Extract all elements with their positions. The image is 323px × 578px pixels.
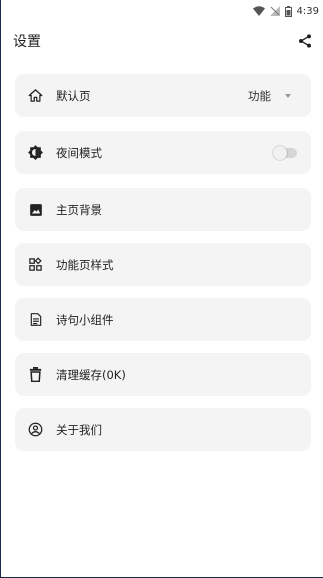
setting-label: 诗句小组件	[56, 312, 114, 327]
trash-icon	[27, 366, 44, 383]
setting-night-mode[interactable]: 夜间模式	[15, 131, 311, 174]
share-button[interactable]	[295, 31, 315, 51]
status-bar: 4:39	[0, 0, 323, 22]
window-border-left	[0, 0, 1, 578]
page-title: 设置	[13, 34, 41, 50]
settings-list: 默认页 功能 夜间模式 主页背景 功能页样式 诗句小组件 清理缓存(0K) 关于…	[15, 74, 311, 463]
setting-label: 默认页	[56, 88, 91, 103]
status-time: 4:39	[296, 5, 319, 17]
signal-icon	[269, 6, 280, 16]
share-icon	[299, 34, 311, 48]
setting-label: 功能页样式	[56, 257, 114, 272]
battery-icon	[284, 5, 292, 17]
brightness-icon	[27, 144, 44, 161]
setting-feature-style[interactable]: 功能页样式	[15, 243, 311, 286]
setting-label: 关于我们	[56, 422, 102, 437]
account-circle-icon	[27, 421, 44, 438]
wifi-icon	[252, 6, 265, 16]
setting-home-background[interactable]: 主页背景	[15, 188, 311, 231]
document-icon	[27, 311, 44, 328]
widgets-icon	[27, 256, 44, 273]
setting-poem-widget[interactable]: 诗句小组件	[15, 298, 311, 341]
setting-label: 夜间模式	[56, 145, 102, 160]
chevron-down-icon[interactable]	[285, 93, 291, 98]
setting-about-us[interactable]: 关于我们	[15, 408, 311, 451]
default-page-value[interactable]: 功能	[248, 88, 271, 104]
app-bar: 设置	[0, 28, 323, 54]
setting-label: 主页背景	[56, 202, 102, 217]
home-icon	[27, 87, 44, 104]
image-icon	[27, 201, 44, 218]
setting-clear-cache[interactable]: 清理缓存(0K)	[15, 353, 311, 396]
setting-default-page[interactable]: 默认页 功能	[15, 74, 311, 117]
night-mode-toggle[interactable]	[273, 145, 297, 160]
setting-label: 清理缓存(0K)	[56, 367, 126, 382]
toggle-knob	[273, 145, 287, 160]
